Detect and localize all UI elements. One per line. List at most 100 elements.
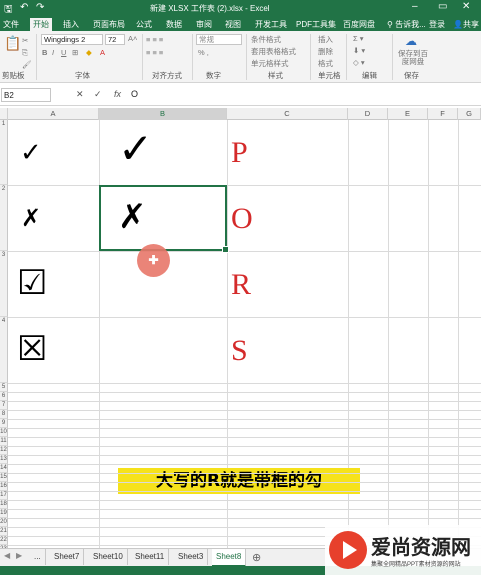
tab-insert[interactable]: 插入 [60,18,82,31]
row-header[interactable]: 6 [0,392,8,401]
format-cells-button[interactable]: 格式 [318,58,333,69]
format-painter-icon[interactable]: 🖌 [22,60,32,69]
cancel-icon[interactable]: ✕ [76,89,84,100]
sheet-nav-next-icon[interactable]: ▶ [16,551,22,560]
sheet-tab[interactable]: Sheet10 [89,549,128,565]
cut-icon[interactable]: ✂ [22,36,28,45]
cell-c4[interactable]: S [231,336,248,366]
row-header[interactable]: 19 [0,509,8,518]
align-top-icon[interactable]: ≡ ≡ ≡ [146,35,163,44]
tellme-box[interactable]: ⚲ 告诉我... [384,18,429,31]
select-all-corner[interactable] [0,108,8,120]
row-header[interactable]: 18 [0,500,8,509]
row-header[interactable]: 4 [0,317,8,383]
font-color-icon[interactable]: A [100,48,105,57]
conditional-format-button[interactable]: 条件格式 [251,34,281,45]
column-header-a[interactable]: A [8,108,99,120]
fill-color-icon[interactable]: ◆ [86,48,92,57]
row-header[interactable]: 3 [0,251,8,317]
fill-icon[interactable]: ⬇ ▾ [353,46,365,55]
column-header-f[interactable]: F [428,108,458,120]
row-header[interactable]: 8 [0,410,8,419]
sheet-tab[interactable]: Sheet11 [131,549,170,565]
cell-c3[interactable]: R [231,270,251,300]
baidu-save-button[interactable]: 保存到百度网盘 [398,50,428,66]
border-icon[interactable]: ⊞ [72,48,78,57]
table-format-button[interactable]: 套用表格格式 [251,46,296,57]
sheet-tab[interactable]: Sheet7 [50,549,85,565]
sheet-tab-active[interactable]: Sheet8 [212,549,247,567]
cell-c2[interactable]: O [231,204,253,234]
enter-icon[interactable]: ✓ [94,89,102,100]
sheet-nav-prev-icon[interactable]: ◀ [4,551,10,560]
fill-handle[interactable] [222,246,229,253]
number-format-select[interactable]: 常规 [196,34,242,45]
row-header[interactable]: 20 [0,518,8,527]
tab-pdf[interactable]: PDF工具集 [293,18,339,31]
cell-b1[interactable]: ✓ [118,128,153,170]
row-header[interactable]: 9 [0,419,8,428]
tab-view[interactable]: 视图 [222,18,244,31]
tab-baidu[interactable]: 百度网盘 [340,18,378,31]
fx-icon[interactable]: fx [114,89,121,99]
underline-icon[interactable]: U [61,48,66,57]
undo-icon[interactable]: ↶ [20,2,28,13]
tab-review[interactable]: 审阅 [193,18,215,31]
row-header[interactable]: 2 [0,185,8,251]
maximize-icon[interactable]: ▭ [438,1,447,12]
column-header-d[interactable]: D [348,108,388,120]
redo-icon[interactable]: ↷ [36,2,44,13]
cell-a2[interactable]: ✗ [21,206,41,230]
formula-input[interactable]: O [131,88,479,102]
cell-c1[interactable]: P [231,138,248,168]
tab-data[interactable]: 数据 [163,18,185,31]
delete-cells-button[interactable]: 删除 [318,46,333,57]
bold-icon[interactable]: B [42,48,47,57]
tab-file[interactable]: 文件 [0,18,22,31]
share-button[interactable]: 👤共享 [450,18,481,31]
row-header[interactable]: 12 [0,446,8,455]
grow-font-icon[interactable]: A˄ [128,34,137,43]
worksheet-grid[interactable]: 1 2 3 4 ✓ ✓ P ✗ ✗ O ☑ R ☒ S ✚ 大写的R就是带框的勾… [0,120,481,548]
column-header-g[interactable]: G [458,108,481,120]
close-icon[interactable]: ✕ [462,1,470,12]
cell-style-button[interactable]: 单元格样式 [251,58,289,69]
clear-icon[interactable]: ◇ ▾ [353,58,365,67]
add-sheet-icon[interactable]: ⊕ [252,551,261,564]
row-header[interactable]: 1 [0,120,8,185]
row-header[interactable]: 5 [0,383,8,392]
row-header[interactable]: 22 [0,536,8,545]
font-name-select[interactable]: Wingdings 2 [41,34,103,45]
name-box[interactable]: B2 [1,88,51,102]
minimize-icon[interactable]: – [412,1,418,12]
column-header-c[interactable]: C [227,108,348,120]
sheet-tab-more[interactable]: ... [30,549,46,565]
sheet-tab[interactable]: Sheet3 [174,549,209,565]
baidu-cloud-icon[interactable]: ☁ [405,34,417,48]
cell-a1[interactable]: ✓ [20,140,42,166]
row-header[interactable]: 17 [0,491,8,500]
cell-a3[interactable]: ☑ [17,266,47,300]
tab-developer[interactable]: 开发工具 [252,18,290,31]
cell-a4[interactable]: ☒ [17,332,47,366]
row-header[interactable]: 13 [0,455,8,464]
tab-page-layout[interactable]: 页面布局 [90,18,128,31]
font-size-select[interactable]: 72 [105,34,125,45]
autosum-icon[interactable]: Σ ▾ [353,34,364,43]
column-header-b[interactable]: B [99,108,227,120]
italic-icon[interactable]: I [52,48,54,57]
paste-icon[interactable]: 📋 [4,35,21,52]
login-link[interactable]: 登录 [426,18,448,31]
copy-icon[interactable]: ⎘ [22,48,28,58]
tab-home[interactable]: 开始 [30,18,52,31]
row-header[interactable]: 10 [0,428,8,437]
row-header[interactable]: 11 [0,437,8,446]
row-header[interactable]: 14 [0,464,8,473]
percent-icon[interactable]: % , [198,48,209,57]
row-header[interactable]: 21 [0,527,8,536]
column-header-e[interactable]: E [388,108,428,120]
align-left-icon[interactable]: ≡ ≡ ≡ [146,48,163,57]
row-header[interactable]: 16 [0,482,8,491]
row-header[interactable]: 15 [0,473,8,482]
row-header[interactable]: 7 [0,401,8,410]
